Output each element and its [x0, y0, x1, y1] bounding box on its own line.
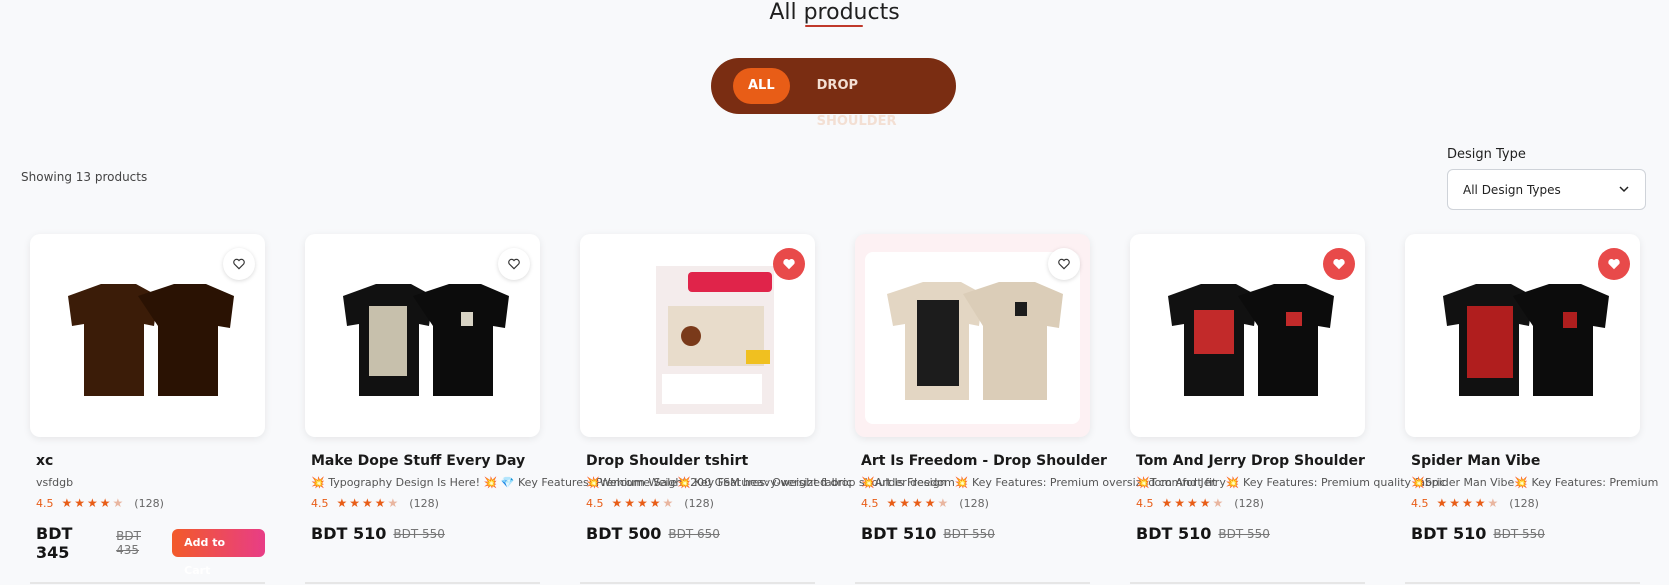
product-name[interactable]: xc: [36, 453, 53, 469]
product-image[interactable]: [1146, 256, 1349, 420]
product-card[interactable]: Drop Shoulder tshirt 💥Welcome Sale💥 Key …: [580, 234, 947, 543]
heart-outline-icon: [1058, 258, 1070, 270]
heart-outline-icon: [508, 258, 520, 270]
wishlist-button[interactable]: [1598, 248, 1630, 280]
wishlist-button[interactable]: [773, 248, 805, 280]
product-name[interactable]: Drop Shoulder tshirt: [586, 453, 748, 469]
product-image[interactable]: [865, 252, 1080, 424]
product-card[interactable]: Art Is Freedom - Drop Shoulder 💥Art Is F…: [855, 234, 1216, 543]
rating-value: 4.5: [861, 496, 879, 510]
original-price: BDT 650: [668, 526, 720, 541]
product-count-text: Showing 13 products: [21, 170, 148, 184]
star-rating-icon: ★★★★★: [61, 496, 126, 510]
review-count: (128): [409, 496, 439, 510]
product-card[interactable]: Spider Man Vibe 💥Spider Man Vibe💥 Key Fe…: [1405, 234, 1661, 543]
current-price: BDT 500: [586, 524, 662, 543]
current-price: BDT 510: [861, 524, 937, 543]
review-count: (128): [684, 496, 714, 510]
star-rating-icon: ★★★★★: [886, 496, 951, 510]
product-name[interactable]: Art Is Freedom - Drop Shoulder: [861, 453, 1107, 469]
product-image[interactable]: [596, 256, 799, 420]
wishlist-button[interactable]: [1048, 248, 1080, 280]
wishlist-button[interactable]: [1323, 248, 1355, 280]
product-rating: 4.5 ★★★★★ (128): [1411, 496, 1539, 510]
product-card[interactable]: Make Dope Stuff Every Day 💥 Typography D…: [305, 234, 852, 543]
star-rating-icon: ★★★★★: [1436, 496, 1501, 510]
rating-value: 4.5: [311, 496, 329, 510]
review-count: (128): [134, 496, 164, 510]
current-price: BDT 510: [311, 524, 387, 543]
rating-value: 4.5: [1411, 496, 1429, 510]
page-title: All products: [769, 0, 900, 25]
design-type-select[interactable]: All Design Types: [1447, 169, 1646, 210]
product-price: BDT 510 BDT 550: [1136, 524, 1270, 543]
product-image-frame: [855, 234, 1090, 437]
original-price: BDT 550: [943, 526, 995, 541]
rating-value: 4.5: [586, 496, 604, 510]
chevron-down-icon: [1619, 186, 1629, 193]
review-count: (128): [1234, 496, 1264, 510]
product-price: BDT 510 BDT 550: [861, 524, 995, 543]
star-rating-icon: ★★★★★: [611, 496, 676, 510]
wishlist-button[interactable]: [223, 248, 255, 280]
original-price: BDT 435: [116, 529, 141, 557]
product-image-frame: [1130, 234, 1365, 437]
tab-drop-shoulder[interactable]: DROP SHOULDER: [802, 68, 956, 129]
category-tabs: ALL DROP SHOULDER: [711, 58, 956, 129]
product-image-frame: [305, 234, 540, 437]
product-name[interactable]: Spider Man Vibe: [1411, 453, 1540, 469]
heart-outline-icon: [233, 258, 245, 270]
product-image[interactable]: [46, 256, 249, 420]
heart-filled-icon: [1333, 259, 1345, 270]
original-price: BDT 550: [393, 526, 445, 541]
product-card[interactable]: xc vsfdgb 4.5 ★★★★★ (128) BDT 345 BDT 43…: [30, 234, 265, 577]
product-image[interactable]: [1421, 256, 1624, 420]
title-underline: [805, 25, 863, 27]
product-rating: 4.5 ★★★★★ (128): [861, 496, 989, 510]
product-rating: 4.5 ★★★★★ (128): [36, 496, 164, 510]
heart-filled-icon: [783, 259, 795, 270]
product-price: BDT 345 BDT 435 Add to Cart: [36, 524, 265, 577]
star-rating-icon: ★★★★★: [336, 496, 401, 510]
rating-value: 4.5: [36, 496, 54, 510]
original-price: BDT 550: [1218, 526, 1270, 541]
product-description: 💥Spider Man Vibe💥 Key Features: Premium …: [1411, 476, 1661, 489]
product-price: BDT 510 BDT 550: [1411, 524, 1545, 543]
product-rating: 4.5 ★★★★★ (128): [1136, 496, 1264, 510]
product-name[interactable]: Tom And Jerry Drop Shoulder: [1136, 453, 1365, 469]
review-count: (128): [1509, 496, 1539, 510]
product-image[interactable]: [321, 256, 524, 420]
product-price: BDT 510 BDT 550: [311, 524, 445, 543]
current-price: BDT 510: [1136, 524, 1212, 543]
original-price: BDT 550: [1493, 526, 1545, 541]
product-rating: 4.5 ★★★★★ (128): [586, 496, 714, 510]
rating-value: 4.5: [1136, 496, 1154, 510]
product-image-frame: [30, 234, 265, 437]
product-rating: 4.5 ★★★★★ (128): [311, 496, 439, 510]
add-to-cart-button[interactable]: Add to Cart: [172, 529, 265, 577]
current-price: BDT 510: [1411, 524, 1487, 543]
review-count: (128): [959, 496, 989, 510]
wishlist-button[interactable]: [498, 248, 530, 280]
design-type-value: All Design Types: [1463, 182, 1561, 197]
current-price: BDT 345: [36, 524, 73, 562]
heart-filled-icon: [1608, 259, 1620, 270]
tab-all[interactable]: ALL: [733, 68, 790, 104]
product-image-frame: [1405, 234, 1640, 437]
design-type-label: Design Type: [1447, 147, 1526, 162]
product-card[interactable]: Tom And Jerry Drop Shoulder 💥Tom And Jer…: [1130, 234, 1446, 543]
star-rating-icon: ★★★★★: [1161, 496, 1226, 510]
product-price: BDT 500 BDT 650: [586, 524, 720, 543]
product-name[interactable]: Make Dope Stuff Every Day: [311, 453, 525, 469]
product-image-frame: [580, 234, 815, 437]
